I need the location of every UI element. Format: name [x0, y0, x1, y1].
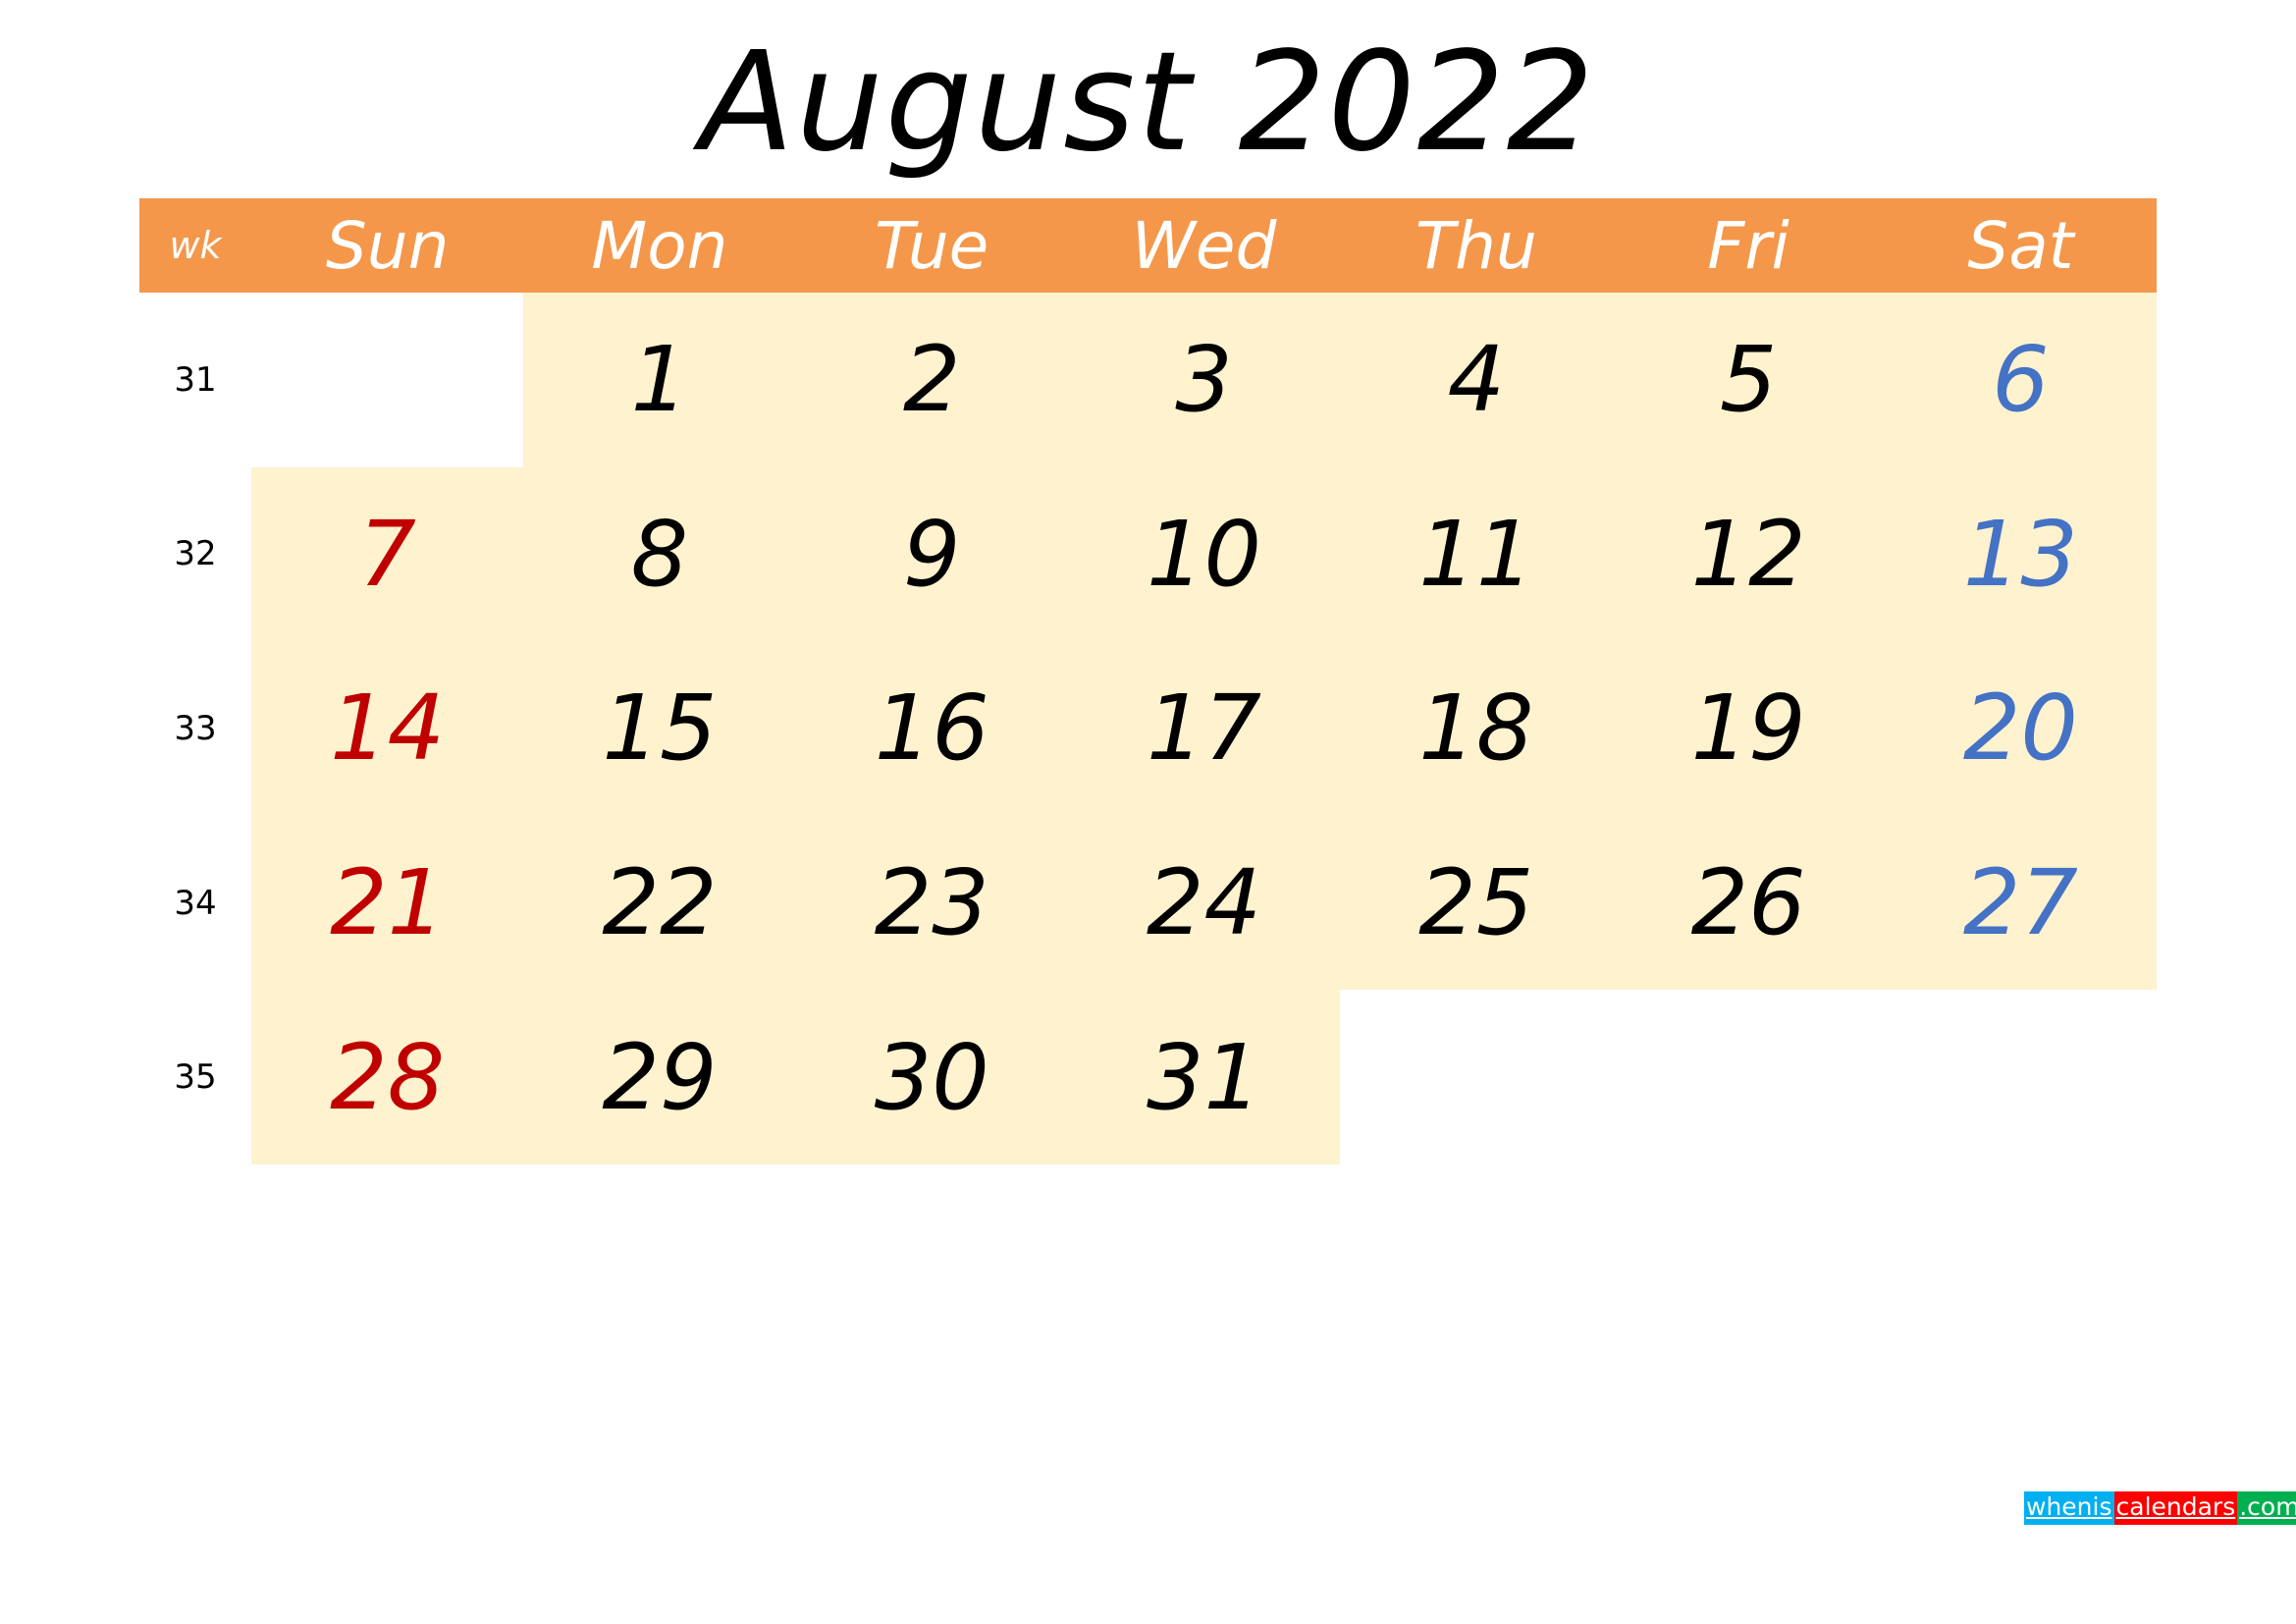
week-number: 33 [139, 641, 251, 816]
day-cell-mon[interactable]: 8 [523, 466, 796, 642]
weekday-header-fri: Fri [1612, 198, 1885, 293]
empty-day-cell [1612, 990, 1885, 1164]
day-cell-sat[interactable]: 6 [1884, 293, 2158, 467]
day-cell-sun[interactable]: 14 [251, 641, 524, 816]
weekday-header-tue: Tue [795, 198, 1068, 293]
calendar-body: 31 1 2 3 4 5 6 32 7 8 9 10 11 12 13 33 14 15 16 17 18 19 20 34 2… [139, 293, 2158, 1164]
site-logo[interactable]: whenis calendars .com [2024, 1491, 2296, 1527]
day-cell-tue[interactable]: 2 [795, 293, 1068, 467]
day-cell-wed[interactable]: 3 [1067, 293, 1341, 467]
calendar-title: August 2022 [700, 23, 1596, 183]
day-cell-thu[interactable]: 25 [1340, 815, 1613, 991]
weekday-header-mon: Mon [523, 198, 796, 293]
day-cell-sun[interactable]: 21 [251, 815, 524, 991]
day-cell-tue[interactable]: 9 [795, 466, 1068, 642]
week-number: 34 [139, 815, 251, 991]
logo-part-calendars: calendars [2113, 1491, 2238, 1525]
week-row: 31 1 2 3 4 5 6 [139, 293, 2158, 467]
weekday-header-thu: Thu [1340, 198, 1613, 293]
day-cell-mon[interactable]: 29 [523, 990, 796, 1164]
day-cell-tue[interactable]: 30 [795, 990, 1068, 1164]
day-cell-sun[interactable]: 28 [251, 990, 524, 1164]
week-row: 35 28 29 30 31 [139, 990, 2158, 1164]
day-cell-wed[interactable]: 17 [1067, 641, 1341, 816]
day-cell-wed[interactable]: 10 [1067, 466, 1341, 642]
weekday-header-wed: Wed [1067, 198, 1341, 293]
week-number: 32 [139, 466, 251, 642]
logo-part-com: .com [2237, 1491, 2296, 1525]
day-cell-sat[interactable]: 27 [1884, 815, 2158, 991]
weekday-header-sun: Sun [251, 198, 524, 293]
week-row: 32 7 8 9 10 11 12 13 [139, 466, 2158, 642]
day-cell-wed[interactable]: 31 [1067, 990, 1341, 1164]
empty-day-cell [1340, 990, 1613, 1164]
day-cell-fri[interactable]: 19 [1612, 641, 1885, 816]
day-cell-fri[interactable]: 26 [1612, 815, 1885, 991]
week-row: 33 14 15 16 17 18 19 20 [139, 641, 2158, 816]
week-number: 35 [139, 990, 251, 1164]
day-cell-thu[interactable]: 11 [1340, 466, 1613, 642]
day-cell-wed[interactable]: 24 [1067, 815, 1341, 991]
day-cell-mon[interactable]: 22 [523, 815, 796, 991]
day-cell-mon[interactable]: 15 [523, 641, 796, 816]
week-number-header: wk [139, 198, 251, 293]
day-cell-sun[interactable]: 7 [251, 466, 524, 642]
day-cell-thu[interactable]: 4 [1340, 293, 1613, 467]
week-number: 31 [139, 293, 251, 467]
day-cell-fri[interactable]: 12 [1612, 466, 1885, 642]
calendar-grid: wk Sun Mon Tue Wed Thu Fri Sat 31 1 2 3 4 5 6 3… [139, 198, 2158, 1164]
day-cell-tue[interactable]: 23 [795, 815, 1068, 991]
day-cell-mon[interactable]: 1 [523, 293, 796, 467]
weekday-header-sat: Sat [1884, 198, 2158, 293]
week-row: 34 21 22 23 24 25 26 27 [139, 815, 2158, 991]
day-cell-tue[interactable]: 16 [795, 641, 1068, 816]
day-cell-sat[interactable]: 13 [1884, 466, 2158, 642]
day-cell-sat[interactable]: 20 [1884, 641, 2158, 816]
day-cell-thu[interactable]: 18 [1340, 641, 1613, 816]
day-cell-fri[interactable]: 5 [1612, 293, 1885, 467]
weekday-header-row: wk Sun Mon Tue Wed Thu Fri Sat [139, 198, 2158, 293]
empty-day-cell [1884, 990, 2158, 1164]
empty-day-cell [251, 293, 524, 467]
logo-part-whenis: whenis [2024, 1491, 2114, 1525]
